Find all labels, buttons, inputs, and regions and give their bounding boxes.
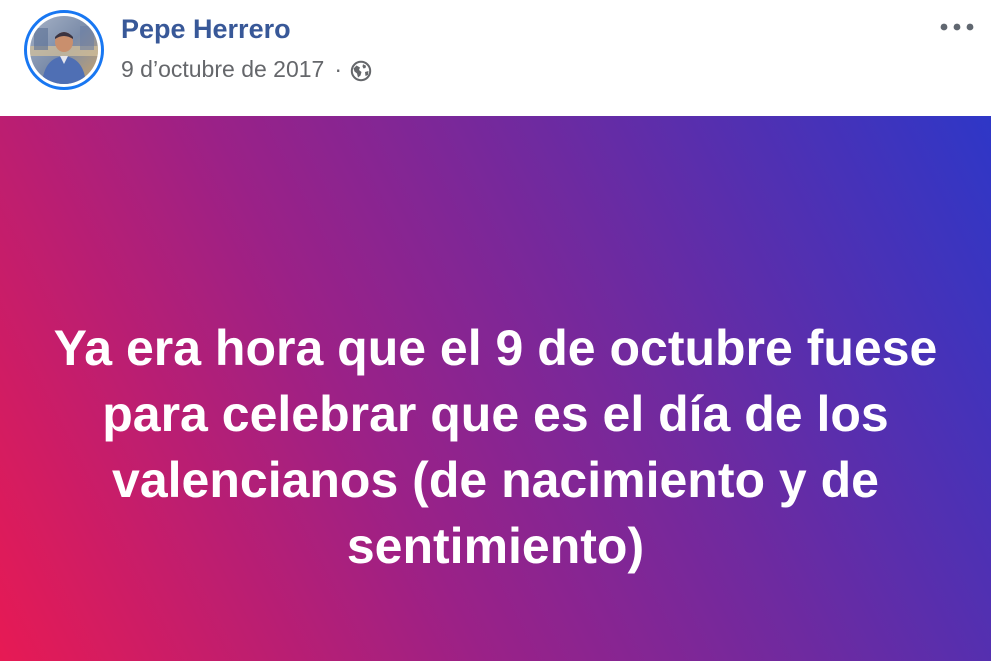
post-header: Pepe Herrero 9 d’octubre de 2017 · [0,0,991,116]
profile-photo [30,16,98,84]
post-background: Ya era hora que el 9 de octubre fuese pa… [0,116,991,661]
more-horizontal-icon [940,23,974,31]
avatar[interactable] [24,10,104,90]
post-message: Ya era hora que el 9 de octubre fuese pa… [53,319,938,574]
more-options-button[interactable] [936,12,978,42]
post-date[interactable]: 9 d’octubre de 2017 [121,56,324,83]
globe-icon[interactable] [350,60,372,82]
author-name[interactable]: Pepe Herrero [121,14,291,45]
facebook-post: Pepe Herrero 9 d’octubre de 2017 · Ya er… [0,0,991,661]
meta-separator: · [334,56,342,82]
post-meta: 9 d’octubre de 2017 · [121,56,372,83]
